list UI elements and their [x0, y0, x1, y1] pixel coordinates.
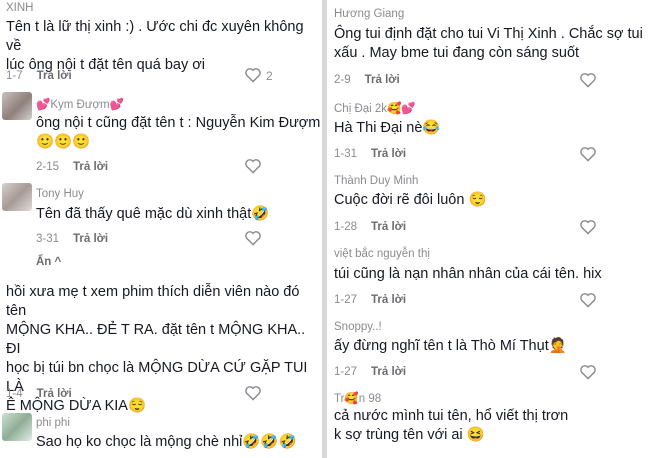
like-heart-icon[interactable] — [579, 146, 597, 162]
reply-button[interactable]: Trả lời — [371, 366, 406, 378]
comment-date: 1-7 — [6, 70, 23, 82]
comment-text: Ông tui định đặt cho tui Vi Thị Xinh . C… — [334, 26, 643, 61]
comment-meta: 1-31 Trả lời — [334, 148, 406, 160]
comment-date: 1-27 — [334, 294, 358, 306]
comment-date: 2-15 — [36, 161, 60, 173]
like-heart-icon[interactable] — [244, 230, 262, 246]
comment-date: 3-31 — [36, 233, 60, 245]
like-count: 2 — [266, 69, 273, 83]
reply-button[interactable]: Trả lời — [365, 74, 400, 86]
comment-meta: 2-9 Trả lời — [334, 74, 400, 86]
reply-button[interactable]: Trả lời — [37, 388, 72, 400]
comment-text: túi cũng là nạn nhân nhân của cái tên. h… — [334, 266, 602, 282]
comment-username[interactable]: Tr🥰n 98 — [334, 391, 381, 405]
comment-text: Hà Thi Đại nè😂 — [334, 120, 441, 136]
comment-text: Cuộc đời rẽ đôi luôn 😌 — [334, 192, 487, 208]
like-heart-icon[interactable] — [244, 158, 262, 174]
avatar[interactable] — [2, 413, 32, 441]
avatar[interactable] — [2, 183, 32, 211]
comment-meta: 3-31 Trả lời — [36, 233, 108, 245]
comment-meta: 1-27 Trả lời — [334, 294, 406, 306]
like-heart-icon[interactable] — [579, 292, 597, 308]
comment-username[interactable]: XINH — [6, 2, 33, 14]
comment-date: 1-4 — [6, 388, 23, 400]
comment-username[interactable]: Thành Duy Minh — [334, 175, 418, 187]
comment-text: ấy đừng nghĩ tên t là Thò Mí Thụt🤦 — [334, 338, 567, 354]
like-heart-icon[interactable] — [579, 219, 597, 235]
left-comment-panel: XINH Tên t là lữ thị xinh :) . Ước chi đ… — [0, 0, 322, 458]
comment-meta: 1-4 Trả lời — [6, 388, 72, 400]
comment-meta: 1-27 Trả lời — [334, 366, 406, 378]
comment-date: 1-28 — [334, 221, 358, 233]
comment-text: Tên đã thấy quê mặc dù xinh thật🤣 — [36, 206, 270, 222]
comment-username[interactable]: Snoppy..! — [334, 321, 382, 333]
comment-date: 1-31 — [334, 148, 358, 160]
reply-button[interactable]: Trả lời — [371, 148, 406, 160]
comment-username[interactable]: 💕Kym Đượm💕 — [36, 97, 124, 111]
comment-meta: 1-28 Trả lời — [334, 221, 406, 233]
comment-username[interactable]: việt bắc nguyễn thị — [334, 248, 430, 260]
comment-date: 2-9 — [334, 74, 351, 86]
comment-date: 1-27 — [334, 366, 358, 378]
comment-text: Sao họ ko chọc là mộng chè nhỉ🤣🤣🤣 — [36, 434, 297, 450]
comment-text: cả nước mình tui tên, hổ viết thị trơn k… — [334, 408, 569, 443]
comment-text: ông nội t cũng đặt tên t : Nguyễn Kim Đư… — [36, 115, 321, 150]
comment-username[interactable]: phi phi — [36, 417, 70, 429]
like-heart-icon[interactable] — [579, 364, 597, 380]
like-heart-icon[interactable] — [579, 72, 597, 88]
reply-button[interactable]: Trả lời — [73, 233, 108, 245]
comment-username[interactable]: Tony Huy — [36, 188, 84, 200]
reply-button[interactable]: Trả lời — [371, 221, 406, 233]
right-comment-panel: Hương Giang Ông tui định đặt cho tui Vi … — [327, 0, 660, 458]
comment-text: Tên t là lữ thị xinh :) . Ước chi đc xuy… — [6, 19, 304, 73]
comment-username[interactable]: Chị Đại 2k🥰💕 — [334, 101, 416, 115]
like-heart-icon[interactable] — [244, 67, 262, 83]
reply-button[interactable]: Trả lời — [73, 161, 108, 173]
reply-button[interactable]: Trả lời — [371, 294, 406, 306]
avatar[interactable] — [2, 92, 32, 120]
comment-username[interactable]: Hương Giang — [334, 8, 404, 20]
comment-meta: 1-7 Trả lời — [6, 70, 72, 82]
reply-button[interactable]: Trả lời — [37, 70, 72, 82]
like-heart-icon[interactable] — [244, 385, 262, 401]
hide-replies-button[interactable]: Ẩn ^ — [36, 256, 61, 268]
comment-meta: 2-15 Trả lời — [36, 161, 108, 173]
